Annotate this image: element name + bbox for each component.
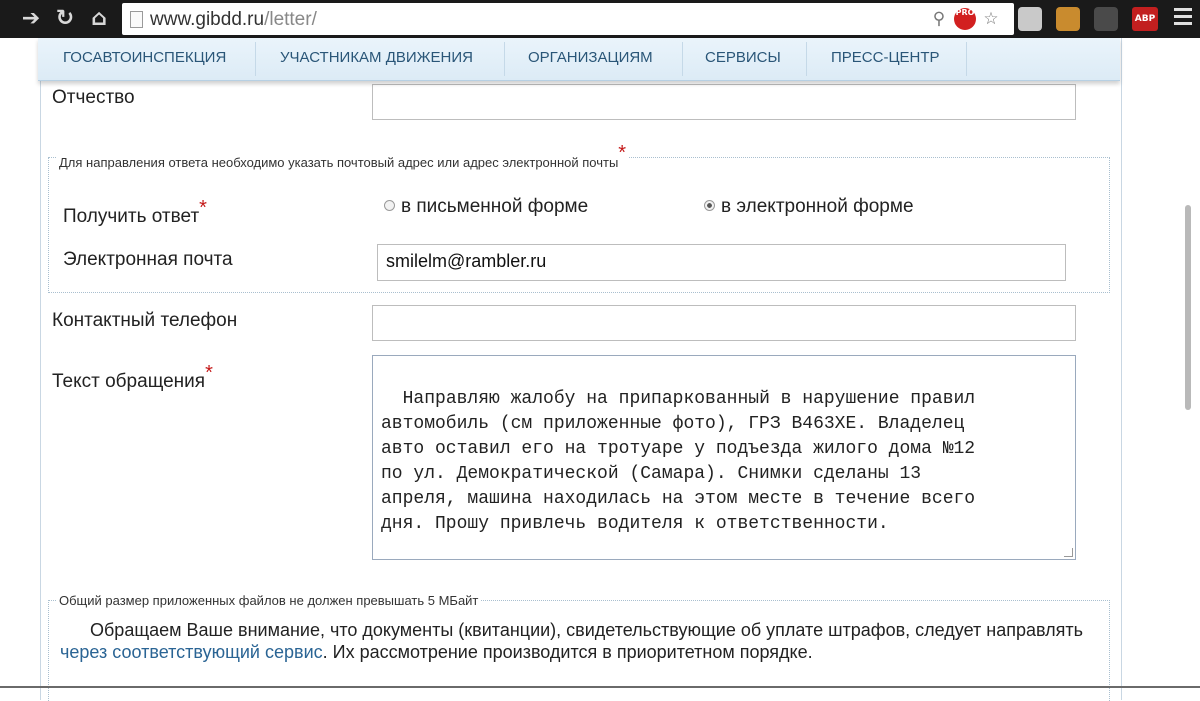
nav-item-services[interactable]: СЕРВИСЫ [705, 49, 781, 66]
address-bar[interactable]: www.gibdd.ru/letter/ ⚲ PRO ☆ [122, 3, 1014, 35]
nav-divider [966, 42, 967, 76]
bottom-divider [0, 686, 1200, 688]
appeal-text-label: Текст обращения* [52, 362, 213, 392]
nav-item-gosavtoinspektsiya[interactable]: ГОСАВТОИНСПЕКЦИЯ [63, 49, 226, 66]
browser-toolbar: ➔ ↻ ⌂ www.gibdd.ru/letter/ ⚲ PRO ☆ ABP [0, 0, 1200, 38]
radio-button-off[interactable] [384, 200, 395, 211]
email-label: Электронная почта [63, 249, 233, 270]
extension-icon-3[interactable] [1094, 7, 1118, 31]
nav-divider [682, 42, 683, 76]
patronymic-input[interactable] [372, 84, 1076, 120]
scrollbar[interactable] [1185, 205, 1191, 410]
required-mark: * [199, 197, 207, 219]
reply-legend: Для направления ответа необходимо указат… [56, 142, 630, 173]
email-input[interactable]: smilelm@rambler.ru [377, 244, 1066, 281]
radio-written[interactable]: в письменной форме [384, 196, 588, 218]
page-icon [130, 11, 143, 28]
resize-handle[interactable] [1064, 548, 1073, 557]
adblock-icon[interactable]: ABP [1132, 7, 1158, 31]
extension-icon-1[interactable] [1018, 7, 1042, 31]
home-icon[interactable]: ⌂ [86, 6, 112, 32]
nav-divider [255, 42, 256, 76]
notice-text: Обращаем Ваше внимание, что документы (к… [60, 620, 1083, 662]
extension-icon-2[interactable] [1056, 7, 1080, 31]
forward-arrow-icon[interactable]: ➔ [18, 6, 44, 32]
radio-electronic[interactable]: в электронной форме [704, 196, 914, 218]
service-link[interactable]: через соответствующий сервис [60, 642, 323, 662]
radio-button-on[interactable] [704, 200, 715, 211]
url-text[interactable]: www.gibdd.ru/letter/ [150, 9, 317, 31]
nav-divider [806, 42, 807, 76]
nav-divider [504, 42, 505, 76]
nav-item-press-center[interactable]: ПРЕСС-ЦЕНТР [831, 49, 940, 66]
star-icon[interactable]: ☆ [980, 8, 1002, 30]
reload-icon[interactable]: ↻ [52, 6, 78, 32]
phone-label: Контактный телефон [52, 310, 238, 331]
patronymic-label: Отчество [52, 87, 135, 108]
nav-item-participants[interactable]: УЧАСТНИКАМ ДВИЖЕНИЯ [280, 49, 473, 66]
nav-item-organizations[interactable]: ОРГАНИЗАЦИЯМ [528, 49, 653, 66]
required-mark: * [205, 362, 213, 384]
menu-icon[interactable] [1174, 8, 1192, 29]
search-icon[interactable]: ⚲ [928, 8, 950, 30]
files-legend: Общий размер приложенных файлов не долже… [56, 593, 482, 608]
pro-extension-icon[interactable]: PRO [954, 8, 976, 30]
site-nav: ГОСАВТОИНСПЕКЦИЯ УЧАСТНИКАМ ДВИЖЕНИЯ ОРГ… [38, 38, 1120, 81]
phone-input[interactable] [372, 305, 1076, 341]
receive-reply-label: Получить ответ* [63, 197, 207, 227]
appeal-textarea[interactable]: Направляю жалобу на припаркованный в нар… [372, 355, 1076, 560]
appeal-text: Направляю жалобу на припаркованный в нар… [381, 389, 976, 534]
